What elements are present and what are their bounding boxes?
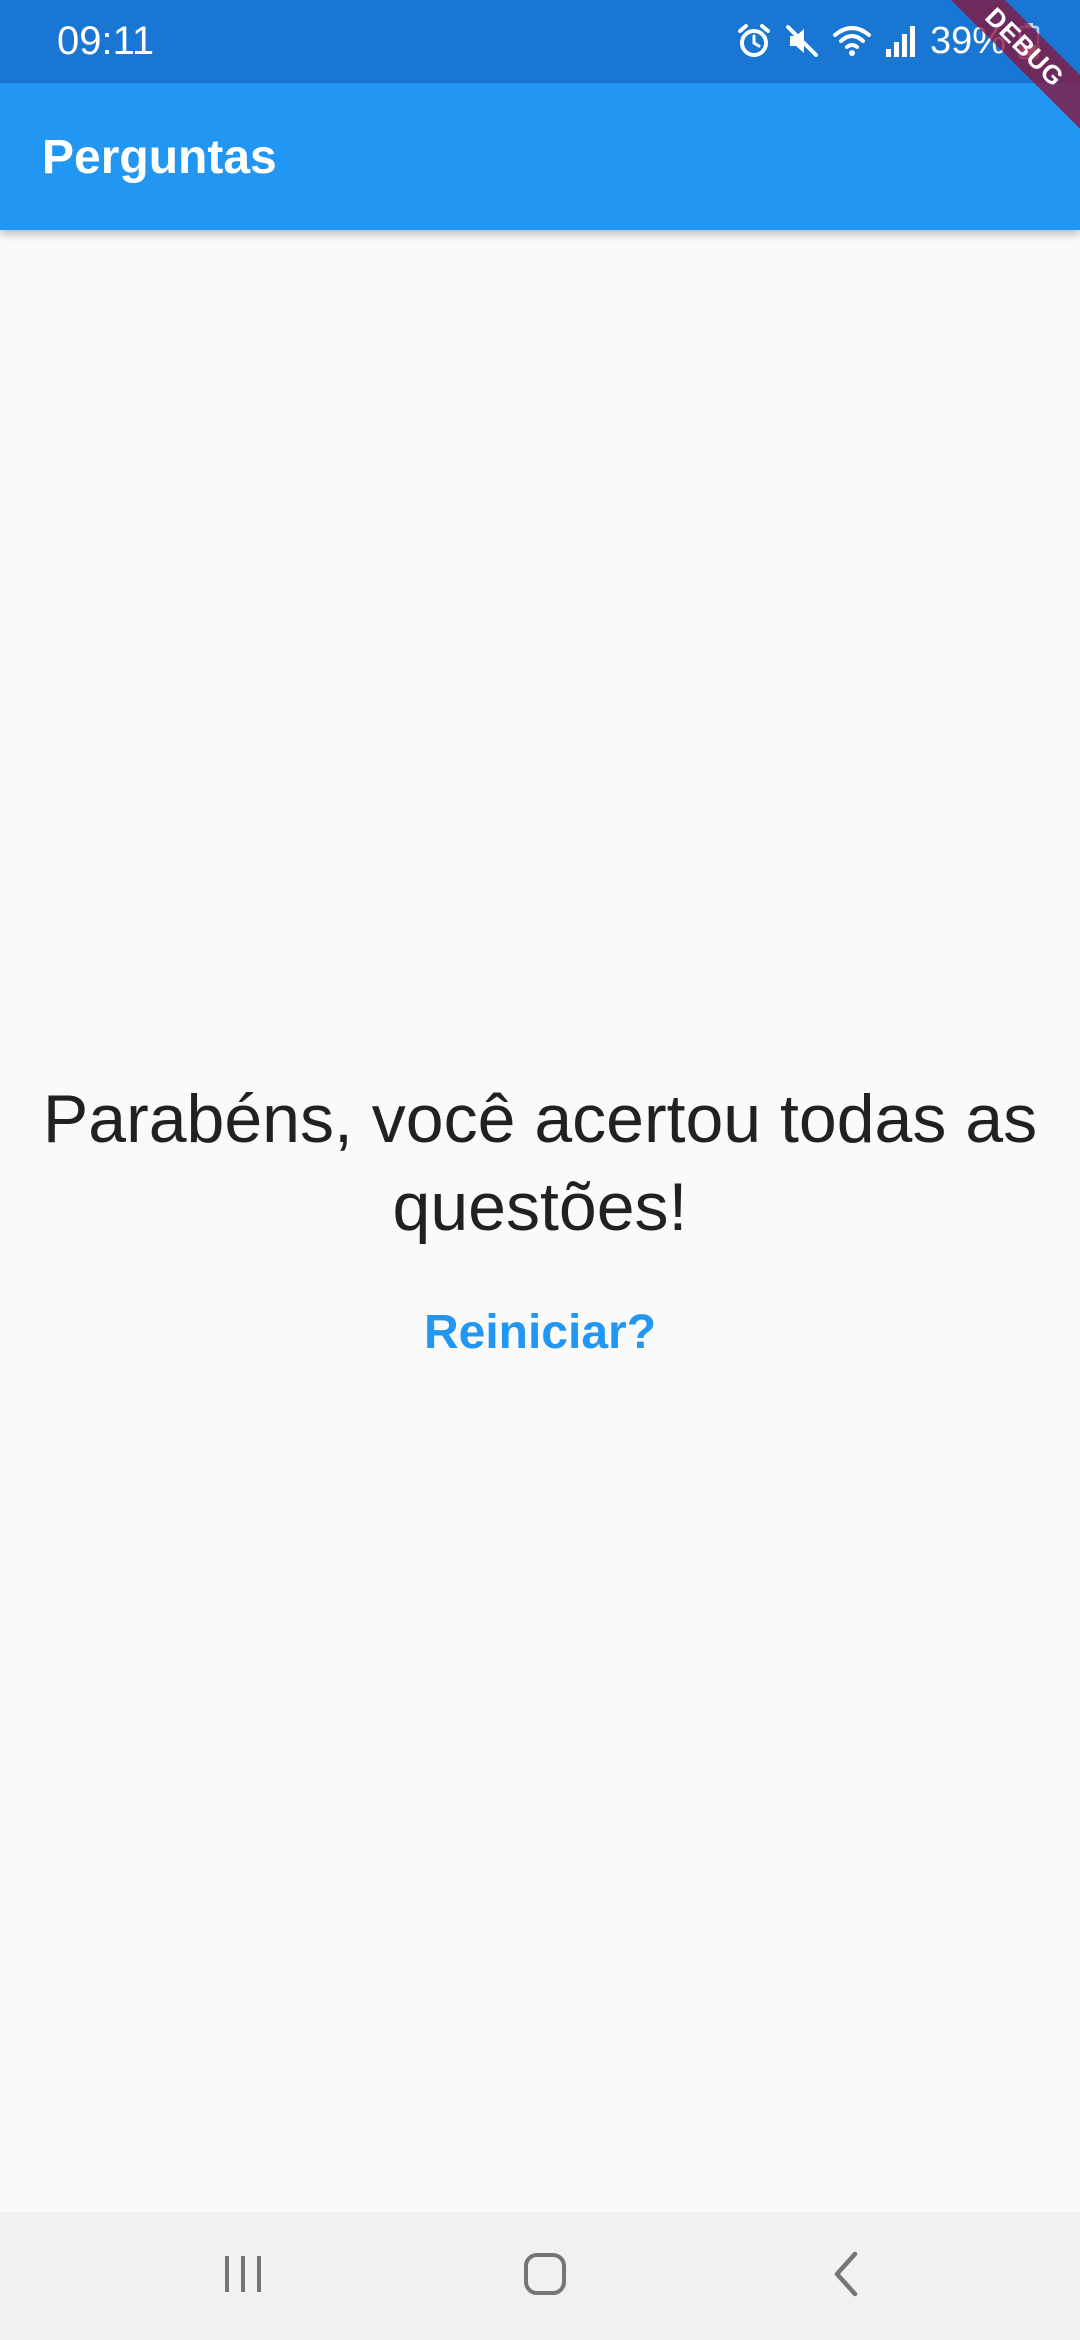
- result-message: Parabéns, você acertou todas as questões…: [42, 1081, 1038, 1245]
- status-time: 09:11: [57, 19, 155, 63]
- back-icon: [827, 2250, 867, 2303]
- app-bar: Perguntas: [0, 83, 1080, 230]
- app-title: Perguntas: [42, 131, 277, 184]
- home-button[interactable]: [500, 2236, 590, 2316]
- recents-icon: [221, 2252, 265, 2301]
- wifi-icon: [832, 23, 872, 59]
- signal-icon: [884, 23, 918, 59]
- navigation-bar: [0, 2212, 1080, 2340]
- result-area: Parabéns, você acertou todas as questões…: [0, 230, 1080, 2212]
- recents-button[interactable]: [198, 2236, 288, 2316]
- back-button[interactable]: [802, 2236, 892, 2316]
- alarm-icon: [736, 23, 772, 59]
- app-screen: 09:11 39% Perguntas DEBUG Parabéns, você…: [0, 0, 1080, 2340]
- home-icon: [522, 2251, 568, 2302]
- mute-icon: [784, 23, 820, 59]
- restart-button[interactable]: Reiniciar?: [380, 1293, 700, 1373]
- status-bar: 09:11 39%: [0, 0, 1080, 83]
